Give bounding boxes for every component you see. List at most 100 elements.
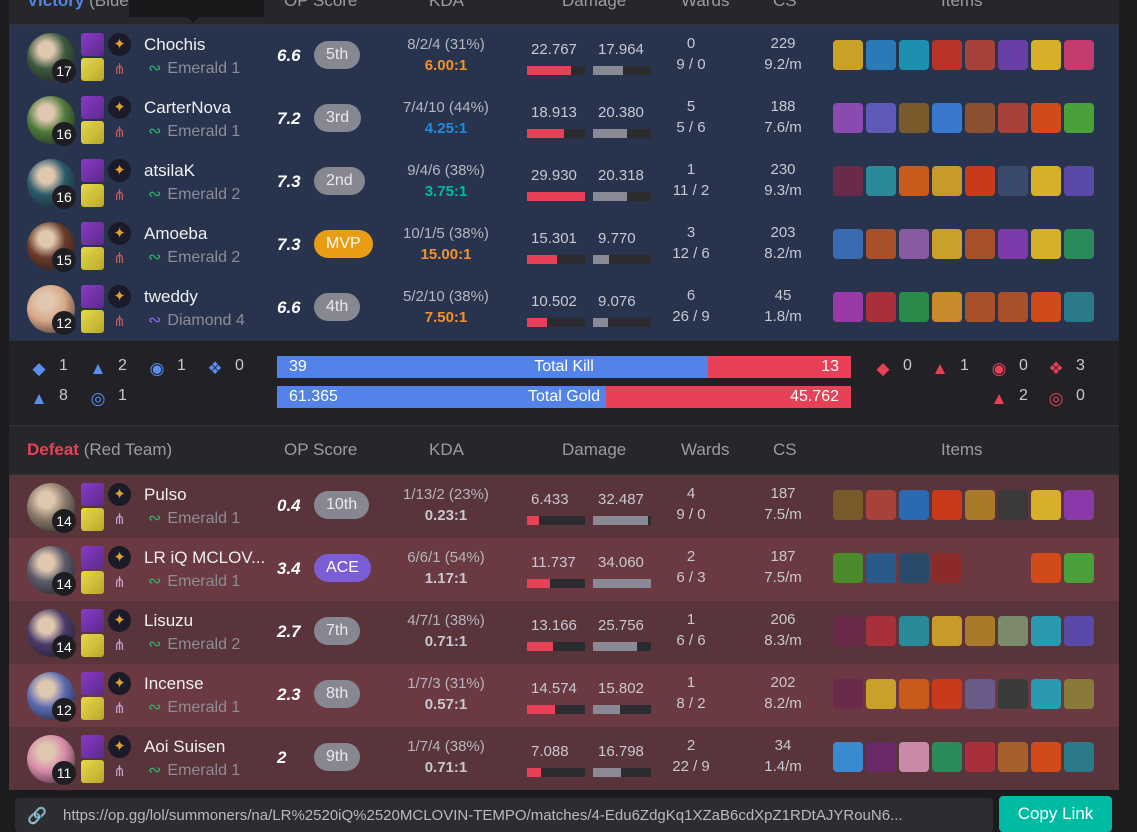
item-icon[interactable]: [932, 229, 962, 259]
summoner-spell-icon[interactable]: [81, 609, 104, 632]
keystone-rune-icon[interactable]: ✦: [108, 285, 131, 308]
secondary-rune-icon[interactable]: ⋔: [108, 571, 131, 594]
summoner-name[interactable]: Aoi Suisen: [144, 737, 225, 757]
summoner-name[interactable]: CarterNova: [144, 98, 231, 118]
item-icon[interactable]: [998, 40, 1028, 70]
secondary-rune-icon[interactable]: ⋔: [108, 310, 131, 333]
summoner-spell-icon[interactable]: [81, 96, 104, 119]
player-row[interactable]: 16 ✦ ⋔ atsilaK ∾ Emerald 2 7.3 2nd 9/4/6 …: [9, 151, 1119, 214]
copy-link-button[interactable]: Copy Link: [999, 796, 1112, 832]
item-icon[interactable]: [965, 490, 995, 520]
item-icon[interactable]: [965, 292, 995, 322]
player-row[interactable]: 14 ✦ ⋔ Lisuzu ∾ Emerald 2 2.7 7th 4/7/1 (…: [9, 601, 1119, 664]
secondary-rune-icon[interactable]: ⋔: [108, 508, 131, 531]
summoner-spell-icon[interactable]: [81, 159, 104, 182]
item-icon[interactable]: [998, 742, 1028, 772]
item-icon[interactable]: [833, 490, 863, 520]
secondary-rune-icon[interactable]: ⋔: [108, 697, 131, 720]
item-icon[interactable]: [1031, 679, 1061, 709]
item-icon[interactable]: [866, 292, 896, 322]
item-icon[interactable]: [866, 679, 896, 709]
item-icon[interactable]: [932, 292, 962, 322]
item-icon[interactable]: [833, 679, 863, 709]
item-icon[interactable]: [998, 229, 1028, 259]
keystone-rune-icon[interactable]: ✦: [108, 609, 131, 632]
secondary-rune-icon[interactable]: ⋔: [108, 184, 131, 207]
item-icon[interactable]: [932, 616, 962, 646]
flash-icon[interactable]: [81, 310, 104, 333]
item-icon[interactable]: [899, 490, 929, 520]
player-row[interactable]: 11 ✦ ⋔ Aoi Suisen ∾ Emerald 1 2 9th 1/7/4…: [9, 727, 1119, 790]
summoner-spell-icon[interactable]: [81, 33, 104, 56]
item-icon[interactable]: [998, 679, 1028, 709]
item-icon[interactable]: [1031, 229, 1061, 259]
secondary-rune-icon[interactable]: ⋔: [108, 634, 131, 657]
flash-icon[interactable]: [81, 247, 104, 270]
flash-icon[interactable]: [81, 760, 104, 783]
secondary-rune-icon[interactable]: ⋔: [108, 760, 131, 783]
summoner-name[interactable]: tweddy: [144, 287, 198, 307]
item-icon[interactable]: [1064, 490, 1094, 520]
item-icon[interactable]: [1064, 742, 1094, 772]
item-icon[interactable]: [998, 166, 1028, 196]
item-icon[interactable]: [866, 616, 896, 646]
secondary-rune-icon[interactable]: ⋔: [108, 247, 131, 270]
item-icon[interactable]: [899, 166, 929, 196]
flash-icon[interactable]: [81, 121, 104, 144]
secondary-rune-icon[interactable]: ⋔: [108, 58, 131, 81]
item-icon[interactable]: [1064, 679, 1094, 709]
keystone-rune-icon[interactable]: ✦: [108, 483, 131, 506]
item-icon[interactable]: [998, 616, 1028, 646]
summoner-name[interactable]: Lisuzu: [144, 611, 193, 631]
player-row[interactable]: 12 ✦ ⋔ tweddy ∾ Diamond 4 6.6 4th 5/2/10 …: [9, 277, 1119, 340]
item-icon[interactable]: [866, 103, 896, 133]
item-icon[interactable]: [1064, 616, 1094, 646]
keystone-rune-icon[interactable]: ✦: [108, 735, 131, 758]
flash-icon[interactable]: [81, 571, 104, 594]
player-row[interactable]: 14 ✦ ⋔ Pulso ∾ Emerald 1 0.4 10th 1/13/2 …: [9, 475, 1119, 538]
item-icon[interactable]: [866, 40, 896, 70]
item-icon[interactable]: [965, 616, 995, 646]
item-icon[interactable]: [1031, 553, 1061, 583]
item-icon[interactable]: [1031, 292, 1061, 322]
item-icon[interactable]: [932, 166, 962, 196]
item-icon[interactable]: [965, 679, 995, 709]
item-icon[interactable]: [833, 616, 863, 646]
item-icon[interactable]: [998, 103, 1028, 133]
item-icon[interactable]: [1031, 616, 1061, 646]
item-icon[interactable]: [932, 40, 962, 70]
item-icon[interactable]: [866, 166, 896, 196]
item-icon[interactable]: [1031, 490, 1061, 520]
item-icon[interactable]: [965, 166, 995, 196]
item-icon[interactable]: [965, 742, 995, 772]
item-icon[interactable]: [1064, 40, 1094, 70]
summoner-spell-icon[interactable]: [81, 735, 104, 758]
item-icon[interactable]: [899, 742, 929, 772]
item-icon[interactable]: [932, 742, 962, 772]
player-row[interactable]: 14 ✦ ⋔ LR iQ MCLOV... ∾ Emerald 1 3.4 ACE…: [9, 538, 1119, 601]
summoner-name[interactable]: Pulso: [144, 485, 187, 505]
item-icon[interactable]: [833, 103, 863, 133]
item-icon[interactable]: [1064, 229, 1094, 259]
item-icon[interactable]: [965, 229, 995, 259]
item-icon[interactable]: [1064, 553, 1094, 583]
item-icon[interactable]: [998, 490, 1028, 520]
player-row[interactable]: 12 ✦ ⋔ Incense ∾ Emerald 1 2.3 8th 1/7/3 …: [9, 664, 1119, 727]
item-icon[interactable]: [1064, 292, 1094, 322]
item-icon[interactable]: [1064, 103, 1094, 133]
item-icon[interactable]: [899, 616, 929, 646]
summoner-spell-icon[interactable]: [81, 672, 104, 695]
item-icon[interactable]: [998, 292, 1028, 322]
keystone-rune-icon[interactable]: ✦: [108, 672, 131, 695]
item-icon[interactable]: [965, 103, 995, 133]
item-icon[interactable]: [899, 553, 929, 583]
flash-icon[interactable]: [81, 58, 104, 81]
item-icon[interactable]: [932, 490, 962, 520]
summoner-name[interactable]: Chochis: [144, 35, 205, 55]
item-icon[interactable]: [899, 103, 929, 133]
summoner-name[interactable]: atsilaK: [144, 161, 195, 181]
flash-icon[interactable]: [81, 697, 104, 720]
item-icon[interactable]: [833, 40, 863, 70]
summoner-spell-icon[interactable]: [81, 222, 104, 245]
item-icon[interactable]: [1031, 166, 1061, 196]
